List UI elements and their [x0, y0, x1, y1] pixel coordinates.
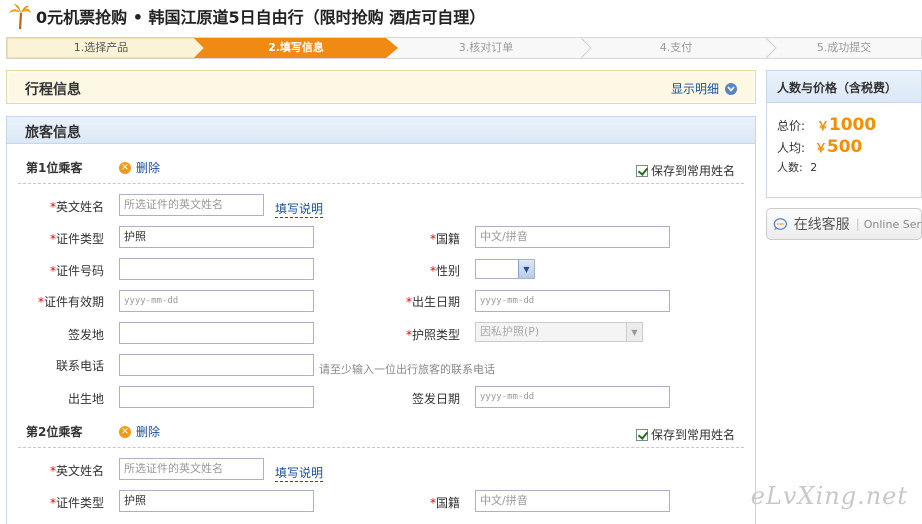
- id-type-input[interactable]: 护照: [119, 490, 314, 512]
- save-name-label: 保存到常用姓名: [651, 428, 736, 442]
- birth-date-input[interactable]: yyyy-mm-dd: [475, 290, 670, 312]
- delete-icon: ✕: [119, 161, 131, 174]
- id-number-input[interactable]: [119, 258, 314, 280]
- palm-tree-logo-icon: [9, 4, 31, 29]
- total-price-row: 总价: ￥1000: [777, 115, 877, 135]
- steps: 1.选择产品 2.填写信息 3.核对订单 4.支付 5.成功提交: [6, 37, 922, 59]
- id-type-input[interactable]: 护照: [119, 226, 314, 248]
- show-details-label: 显示明细: [670, 82, 719, 96]
- birth-place-label: 出生地: [67, 392, 104, 406]
- trip-info-panel: 行程信息 显示明细: [6, 70, 756, 104]
- nationality-input[interactable]: 中文/拼音: [475, 226, 670, 248]
- nationality-input[interactable]: 中文/拼音: [475, 490, 670, 512]
- passenger-2-title: 第2位乘客: [26, 425, 83, 439]
- birth-date-label: *出生日期: [405, 295, 460, 309]
- page-title-bar: 0元机票抢购 • 韩国江原道5日自由行（限时抢购 酒店可自理）: [8, 2, 485, 30]
- nationality-label: *国籍: [429, 496, 460, 510]
- checkbox-checked-icon[interactable]: [636, 164, 648, 177]
- show-details-link[interactable]: 显示明细: [671, 80, 737, 97]
- phone-label: 联系电话: [55, 359, 104, 373]
- divider: [18, 447, 744, 448]
- issue-place-label: 签发地: [67, 328, 104, 342]
- gender-label: *性别: [429, 264, 460, 278]
- step-3: 3.核对订单: [458, 41, 514, 54]
- online-service-button[interactable]: 在线客服 | Online Ser: [766, 208, 922, 240]
- page-title: 0元机票抢购 • 韩国江原道5日自由行（限时抢购 酒店可自理）: [36, 8, 486, 27]
- avg-price-value: 500: [826, 137, 863, 157]
- passenger-1-delete[interactable]: ✕ 删除: [119, 159, 160, 176]
- issue-date-input[interactable]: yyyy-mm-dd: [475, 386, 670, 408]
- passenger-info-heading: 旅客信息: [25, 125, 81, 141]
- passenger-2-save-name[interactable]: 保存到常用姓名: [636, 426, 735, 443]
- issue-date-label: 签发日期: [411, 392, 460, 406]
- divider: [18, 183, 744, 184]
- english-name-label: *英文姓名: [49, 464, 104, 478]
- passenger-1-save-name[interactable]: 保存到常用姓名: [636, 162, 735, 179]
- dropdown-arrow-icon: ▼: [626, 323, 642, 341]
- delete-label: 删除: [136, 161, 161, 175]
- step-1: 1.选择产品: [73, 41, 129, 54]
- checkbox-checked-icon[interactable]: [636, 428, 648, 441]
- english-name-input[interactable]: 所选证件的英文姓名: [119, 458, 264, 480]
- step-5: 5.成功提交: [816, 41, 872, 54]
- fill-help-link[interactable]: 填写说明: [275, 464, 324, 482]
- chevron-down-icon: [725, 82, 737, 95]
- id-number-label: *证件号码: [49, 264, 104, 278]
- watermark: eLvXing.net: [750, 482, 908, 510]
- passenger-info-header: 旅客信息: [6, 116, 756, 144]
- nationality-label: *国籍: [429, 232, 460, 246]
- phone-hint: 请至少输入一位出行旅客的联系电话: [319, 363, 495, 376]
- person-count-value: 2: [810, 161, 818, 174]
- id-type-label: *证件类型: [49, 496, 104, 510]
- id-expiry-input[interactable]: yyyy-mm-dd: [119, 290, 314, 312]
- person-count-row: 人数: 2: [777, 161, 818, 174]
- delete-icon: ✕: [119, 425, 131, 438]
- passenger-2-delete[interactable]: ✕ 删除: [119, 423, 160, 440]
- phone-input[interactable]: [119, 354, 314, 376]
- passport-type-select[interactable]: 因私护照(P) ▼: [475, 322, 643, 342]
- trip-info-heading: 行程信息: [25, 82, 81, 98]
- issue-place-input[interactable]: [119, 322, 314, 344]
- gender-select[interactable]: ▼: [475, 259, 535, 279]
- birth-place-input[interactable]: [119, 386, 314, 408]
- price-summary-panel: 人数与价格（含税费） 总价: ￥1000 人均: ￥500 人数: 2: [766, 70, 922, 198]
- id-expiry-label: *证件有效期: [37, 295, 104, 309]
- save-name-label: 保存到常用姓名: [651, 164, 736, 178]
- delete-label: 删除: [136, 425, 161, 439]
- total-price-value: 1000: [828, 115, 877, 135]
- passport-type-label: *护照类型: [405, 328, 460, 342]
- online-service-label: 在线客服: [793, 217, 850, 233]
- step-4: 4.支付: [659, 41, 693, 54]
- price-summary-heading: 人数与价格（含税费）: [767, 71, 921, 103]
- fill-help-link[interactable]: 填写说明: [275, 200, 324, 218]
- english-name-label: *英文姓名: [49, 200, 104, 214]
- passenger-1-title: 第1位乘客: [26, 161, 83, 175]
- avg-price-row: 人均: ￥500: [777, 137, 863, 157]
- english-name-input[interactable]: 所选证件的英文姓名: [119, 194, 264, 216]
- id-type-label: *证件类型: [49, 232, 104, 246]
- dropdown-arrow-icon: ▼: [518, 260, 534, 278]
- step-2-active: 2.填写信息: [268, 41, 324, 54]
- online-service-label-en: Online Ser: [863, 217, 921, 231]
- headset-chat-icon: [773, 218, 788, 231]
